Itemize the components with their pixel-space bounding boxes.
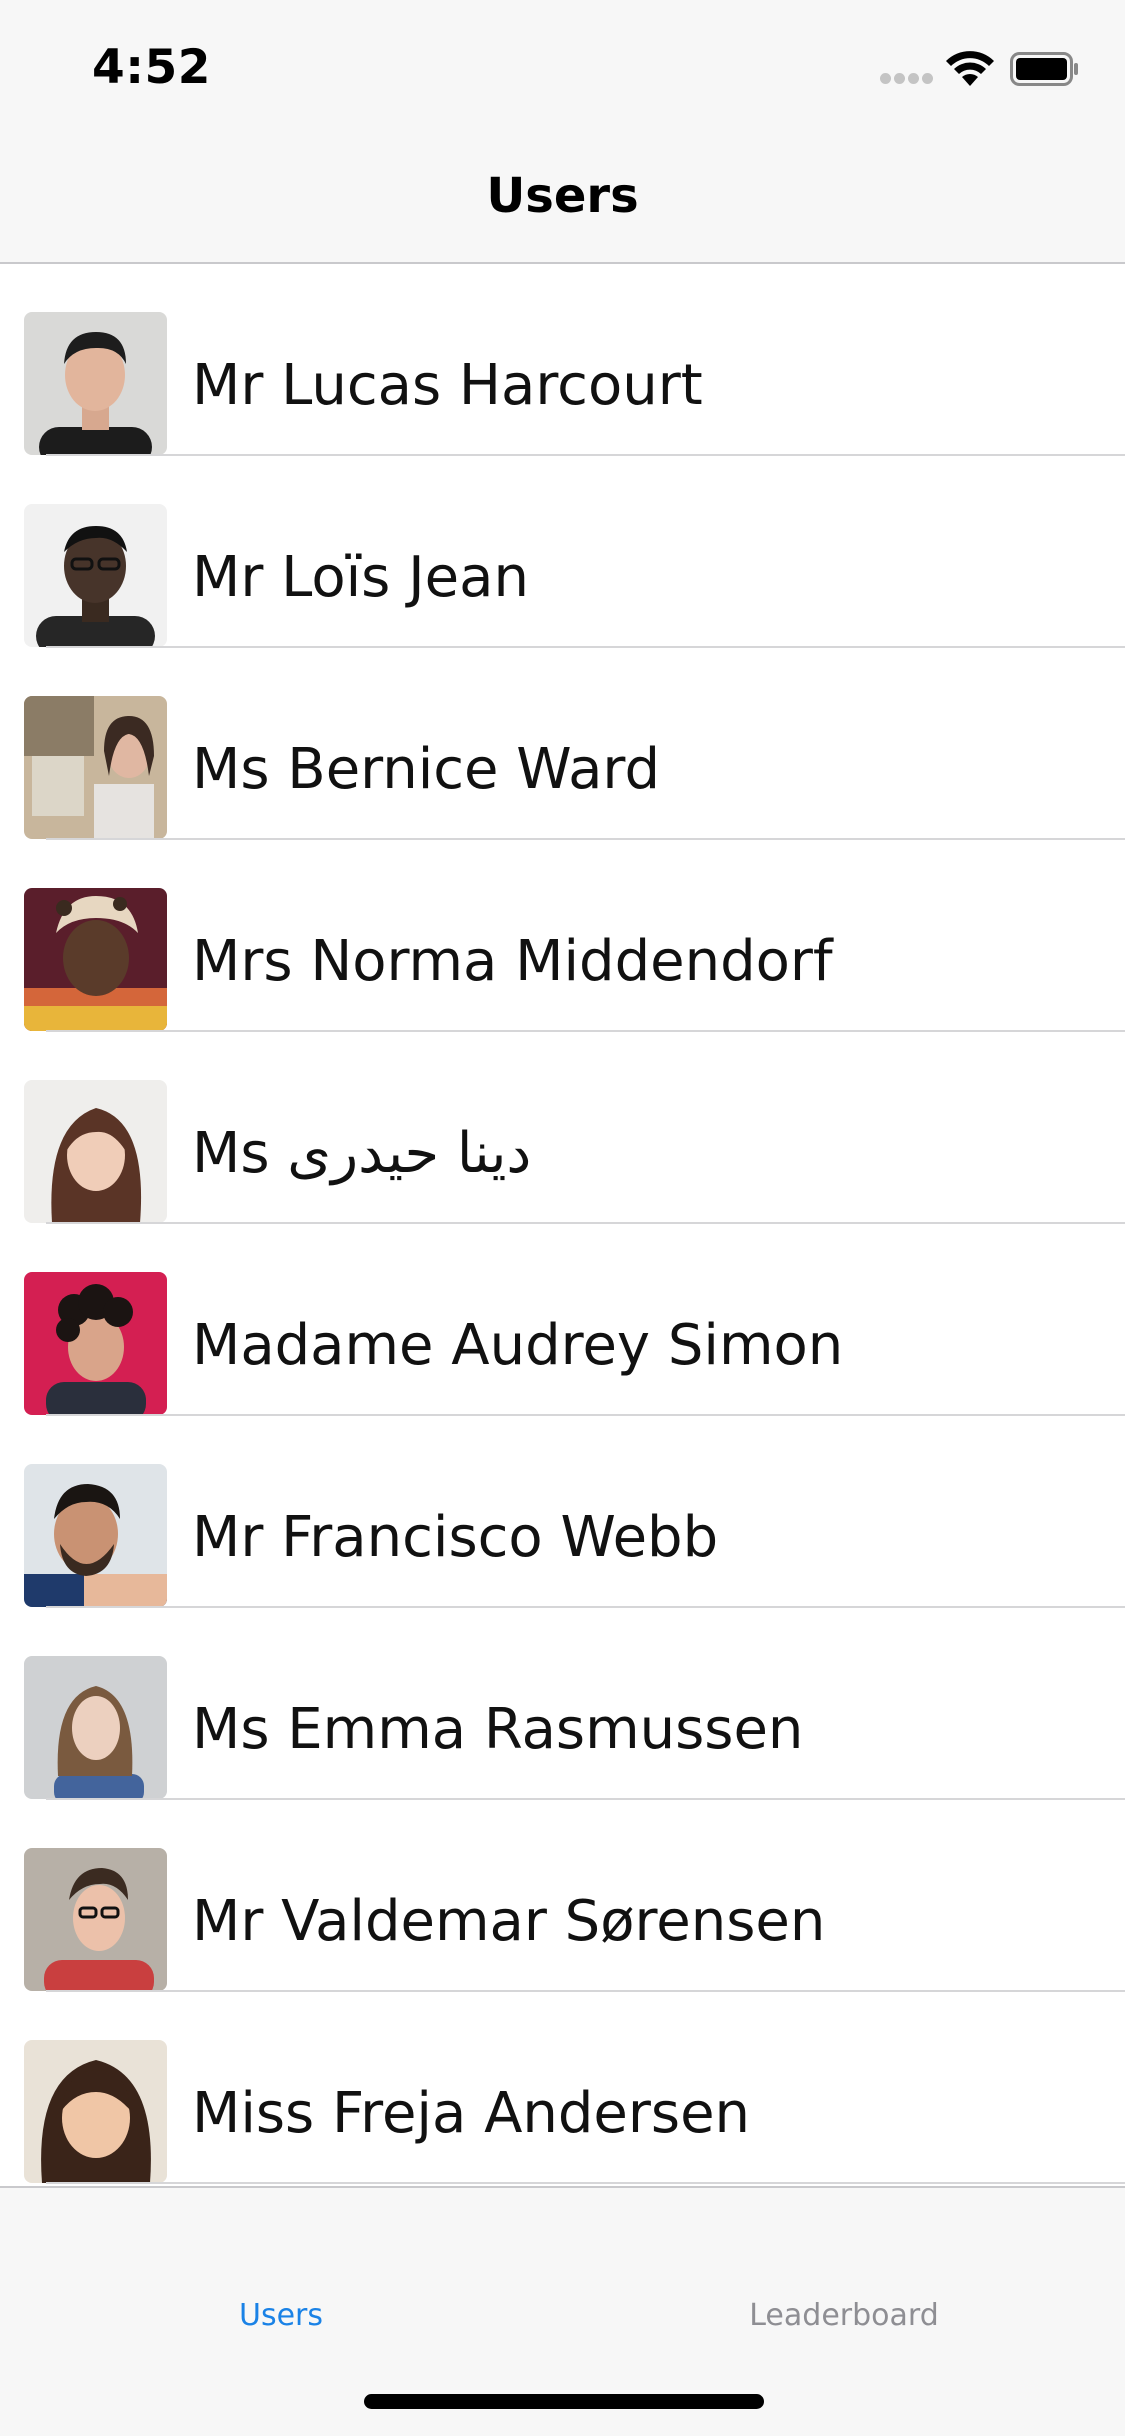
user-name: Mr Lucas Harcourt xyxy=(192,353,703,418)
list-item[interactable]: Mrs Norma Middendorf xyxy=(0,840,1125,1032)
navigation-bar: Users xyxy=(0,132,1125,264)
list-item[interactable]: Miss Freja Andersen xyxy=(0,1992,1125,2184)
signal-icon xyxy=(880,73,936,85)
avatar xyxy=(24,1848,167,1991)
avatar xyxy=(24,312,167,455)
user-name: Mr Loïs Jean xyxy=(192,545,529,610)
list-item[interactable]: Mr Loïs Jean xyxy=(0,456,1125,648)
list-item[interactable]: Mr Lucas Harcourt xyxy=(0,264,1125,456)
list-item[interactable]: Mr Francisco Webb xyxy=(0,1416,1125,1608)
user-name: Ms دینا حیدری xyxy=(192,1121,532,1186)
tab-label-leaderboard: Leaderboard xyxy=(749,2298,939,2333)
avatar xyxy=(24,1272,167,1415)
app-screen: 4:52 Users Mr Lucas Harcourt Mr Loïs Jea… xyxy=(0,0,1125,2436)
list-item[interactable]: Ms Emma Rasmussen xyxy=(0,1608,1125,1800)
avatar xyxy=(24,2040,167,2183)
avatar xyxy=(24,1656,167,1799)
list-item[interactable]: Ms Bernice Ward xyxy=(0,648,1125,840)
battery-icon xyxy=(1010,52,1078,86)
user-name: Madame Audrey Simon xyxy=(192,1313,844,1378)
status-time: 4:52 xyxy=(92,40,211,95)
avatar xyxy=(24,888,167,1031)
tab-users[interactable]: Users xyxy=(0,2188,562,2348)
list-item[interactable]: Ms دینا حیدری xyxy=(0,1032,1125,1224)
user-name: Miss Freja Andersen xyxy=(192,2081,751,2146)
tab-leaderboard[interactable]: Leaderboard xyxy=(563,2188,1125,2348)
list-item[interactable]: Mr Valdemar Sørensen xyxy=(0,1800,1125,1992)
user-name: Ms Emma Rasmussen xyxy=(192,1697,804,1762)
avatar xyxy=(24,696,167,839)
avatar xyxy=(24,1464,167,1607)
user-name: Mr Valdemar Sørensen xyxy=(192,1889,826,1954)
user-name: Ms Bernice Ward xyxy=(192,737,660,802)
avatar xyxy=(24,1080,167,1223)
user-name: Mrs Norma Middendorf xyxy=(192,929,833,994)
home-indicator[interactable] xyxy=(364,2394,764,2409)
list-item[interactable]: Madame Audrey Simon xyxy=(0,1224,1125,1416)
status-bar: 4:52 xyxy=(0,0,1125,132)
wifi-icon xyxy=(946,51,994,86)
avatar xyxy=(24,504,167,647)
user-name: Mr Francisco Webb xyxy=(192,1505,719,1570)
page-title: Users xyxy=(486,168,639,224)
user-list[interactable]: Mr Lucas Harcourt Mr Loïs Jean Ms Bernic… xyxy=(0,264,1125,2186)
tab-label-users: Users xyxy=(238,2298,323,2333)
